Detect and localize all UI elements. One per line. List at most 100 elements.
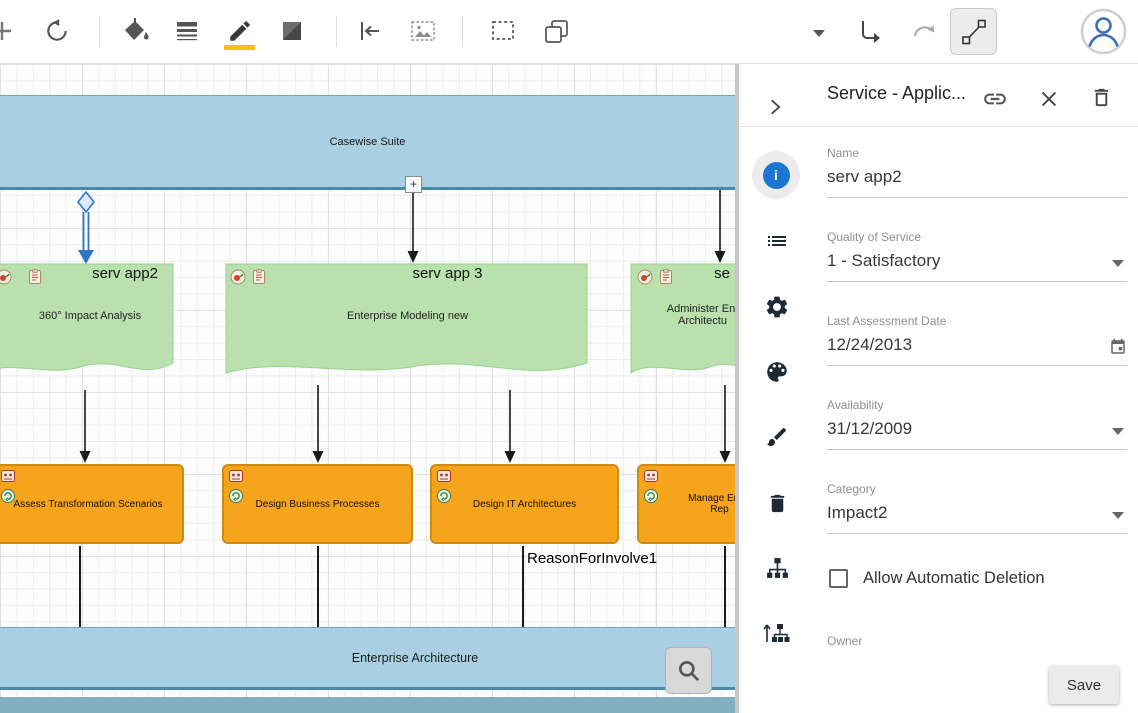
process-box-design-it[interactable]: Design IT Architectures bbox=[430, 464, 619, 544]
pen-color-indicator bbox=[224, 45, 255, 50]
field-availability: Availability 31/12/2009 bbox=[827, 398, 1127, 450]
dropdown-caret-icon[interactable] bbox=[1112, 428, 1124, 435]
arrow-connector[interactable] bbox=[405, 193, 421, 263]
field-quality-of-service: Quality of Service 1 - Satisfactory bbox=[827, 230, 1127, 282]
clipboard-icon bbox=[658, 269, 674, 285]
allow-automatic-deletion-checkbox[interactable] bbox=[829, 569, 848, 588]
toolbar-separator bbox=[336, 16, 337, 47]
shape-fill-icon[interactable] bbox=[278, 17, 306, 45]
canvas-bottom-strip bbox=[0, 697, 735, 713]
diagram-canvas[interactable]: Casewise Suite + serv app2 serv app 3 se bbox=[0, 64, 735, 713]
produce-badge-icon bbox=[230, 269, 246, 285]
line-connector[interactable] bbox=[522, 546, 524, 627]
panel-divider[interactable] bbox=[735, 64, 739, 713]
arrow-connector[interactable] bbox=[310, 385, 326, 463]
arrow-connector[interactable] bbox=[502, 390, 518, 463]
process-box-label: Design IT Architectures bbox=[442, 470, 607, 538]
process-badge-icon bbox=[0, 488, 16, 504]
connector-plus-handle[interactable]: + bbox=[405, 176, 422, 193]
align-left-icon[interactable] bbox=[356, 17, 384, 45]
field-label: Category bbox=[827, 482, 1127, 496]
collapse-panel-chevron-icon[interactable] bbox=[765, 97, 785, 117]
process-box-assess[interactable]: Assess Transformation Scenarios bbox=[0, 464, 184, 544]
name-input[interactable]: serv app2 bbox=[827, 167, 1127, 187]
relationship-label[interactable]: ReasonForInvolve1 bbox=[527, 550, 657, 567]
gear-icon bbox=[764, 294, 790, 320]
top-banner-shape[interactable]: Casewise Suite bbox=[0, 95, 735, 190]
shape-body-text: Administer Ent Architectu bbox=[645, 303, 735, 327]
delete-icon[interactable] bbox=[1088, 84, 1114, 110]
link-icon[interactable] bbox=[982, 86, 1008, 112]
clipboard-icon bbox=[251, 269, 267, 285]
meeting-badge-icon bbox=[643, 468, 659, 484]
field-category: Category Impact2 bbox=[827, 482, 1127, 534]
marquee-select-icon[interactable] bbox=[489, 17, 517, 45]
tab-hierarchy-up[interactable] bbox=[762, 620, 792, 646]
save-button[interactable]: Save bbox=[1049, 666, 1119, 704]
allow-automatic-deletion-row: Allow Automatic Deletion bbox=[829, 569, 1045, 588]
field-last-assessment-date: Last Assessment Date 12/24/2013 bbox=[827, 314, 1127, 366]
shape-title: se bbox=[692, 265, 735, 282]
field-label: Quality of Service bbox=[827, 230, 1127, 244]
process-box-label: Manage Enter Rep bbox=[649, 470, 735, 538]
produce-badge-icon bbox=[0, 269, 12, 285]
meeting-badge-icon bbox=[0, 468, 16, 484]
tab-details-list[interactable] bbox=[764, 228, 790, 254]
field-name: Name serv app2 bbox=[827, 146, 1127, 198]
tab-appearance[interactable] bbox=[764, 359, 790, 385]
process-badge-icon bbox=[228, 488, 244, 504]
add-icon[interactable] bbox=[0, 17, 16, 45]
dropdown-caret-icon[interactable] bbox=[807, 26, 831, 40]
dropdown-caret-icon[interactable] bbox=[1112, 260, 1124, 267]
field-label: Name bbox=[827, 146, 1127, 160]
properties-panel: Service - Applic... i bbox=[739, 64, 1138, 713]
redo-icon[interactable] bbox=[909, 17, 937, 45]
shape-title: serv app 3 bbox=[360, 265, 535, 282]
app-window: Casewise Suite + serv app2 serv app 3 se bbox=[0, 0, 1138, 713]
pen-icon[interactable] bbox=[226, 17, 254, 45]
field-label: Last Assessment Date bbox=[827, 314, 1127, 328]
produce-badge-icon bbox=[637, 269, 653, 285]
zoom-button[interactable] bbox=[665, 647, 712, 694]
field-label: Availability bbox=[827, 398, 1127, 412]
arrow-connector[interactable] bbox=[712, 190, 728, 263]
tab-hierarchy[interactable] bbox=[764, 555, 790, 581]
bottom-banner-shape[interactable]: Enterprise Architecture bbox=[0, 627, 735, 690]
blue-relation-arrow[interactable] bbox=[73, 190, 99, 266]
connector-tool-active[interactable] bbox=[950, 8, 997, 55]
line-connector[interactable] bbox=[317, 546, 319, 627]
quality-of-service-select[interactable]: 1 - Satisfactory bbox=[827, 251, 1127, 271]
last-assessment-date-input[interactable]: 12/24/2013 bbox=[827, 335, 1127, 355]
step-arrow-icon[interactable] bbox=[855, 17, 883, 45]
insert-image-icon[interactable] bbox=[409, 17, 437, 45]
tab-delete[interactable] bbox=[764, 490, 790, 516]
panel-header: Service - Applic... bbox=[739, 64, 1138, 127]
connector-icon bbox=[960, 18, 988, 46]
rotate-icon[interactable] bbox=[43, 17, 71, 45]
close-icon[interactable] bbox=[1036, 86, 1062, 112]
category-select[interactable]: Impact2 bbox=[827, 503, 1127, 523]
dropdown-caret-icon[interactable] bbox=[1112, 512, 1124, 519]
user-avatar[interactable] bbox=[1080, 8, 1127, 55]
list-icon bbox=[765, 229, 789, 253]
process-box-design-business[interactable]: Design Business Processes bbox=[222, 464, 413, 544]
panel-title: Service - Applic... bbox=[827, 83, 966, 104]
process-badge-icon bbox=[643, 488, 659, 504]
tab-info-active[interactable]: i bbox=[752, 151, 800, 199]
tab-settings[interactable] bbox=[764, 294, 790, 320]
arrow-connector[interactable] bbox=[717, 385, 733, 463]
org-chart-icon bbox=[765, 556, 790, 581]
trash-filled-icon bbox=[766, 492, 789, 515]
process-box-label: Design Business Processes bbox=[234, 470, 401, 538]
fill-bucket-icon[interactable] bbox=[121, 17, 149, 45]
line-connector[interactable] bbox=[724, 546, 726, 627]
line-weight-icon[interactable] bbox=[173, 17, 201, 45]
duplicate-icon[interactable] bbox=[542, 17, 570, 45]
shape-body-text: 360° Impact Analysis bbox=[10, 310, 170, 322]
availability-select[interactable]: 31/12/2009 bbox=[827, 419, 1127, 439]
tab-style-brush[interactable] bbox=[764, 424, 790, 450]
line-connector[interactable] bbox=[79, 546, 81, 627]
arrow-connector[interactable] bbox=[77, 390, 93, 463]
meeting-badge-icon bbox=[436, 468, 452, 484]
calendar-icon[interactable] bbox=[1109, 338, 1127, 361]
